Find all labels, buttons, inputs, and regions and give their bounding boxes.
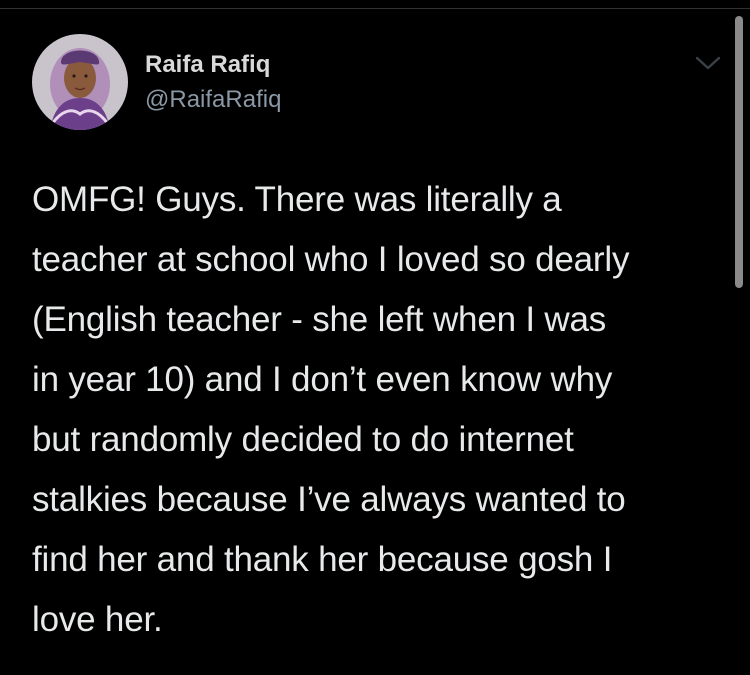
- tweet-text-line: stalkies because I’ve always wanted to: [32, 480, 626, 519]
- chevron-down-icon: [695, 56, 721, 70]
- tweet-card: Raifa Rafiq @RaifaRafiq OMFG! Guys. Ther…: [0, 0, 750, 675]
- tweet-text-line: OMFG! Guys. There was literally a: [32, 180, 562, 219]
- tweet-text: OMFG! Guys. There was literally a teache…: [32, 170, 722, 650]
- author-display-name[interactable]: Raifa Rafiq: [145, 51, 270, 79]
- tweet-text-line: in year 10) and I don’t even know why: [32, 360, 613, 399]
- scrollbar[interactable]: [735, 16, 743, 288]
- tweet-text-line: love her.: [32, 600, 163, 639]
- tweet-options-button[interactable]: [694, 52, 722, 74]
- tweet-text-line: find her and thank her because gosh I: [32, 540, 613, 579]
- tweet-text-line: teacher at school who I loved so dearly: [32, 240, 630, 279]
- avatar-photo: [32, 34, 128, 130]
- author-avatar[interactable]: [32, 34, 128, 130]
- tweet-text-line: but randomly decided to do internet: [32, 420, 574, 459]
- author-handle[interactable]: @RaifaRafiq: [145, 86, 281, 114]
- tweet-text-line: (English teacher - she left when I was: [32, 300, 607, 339]
